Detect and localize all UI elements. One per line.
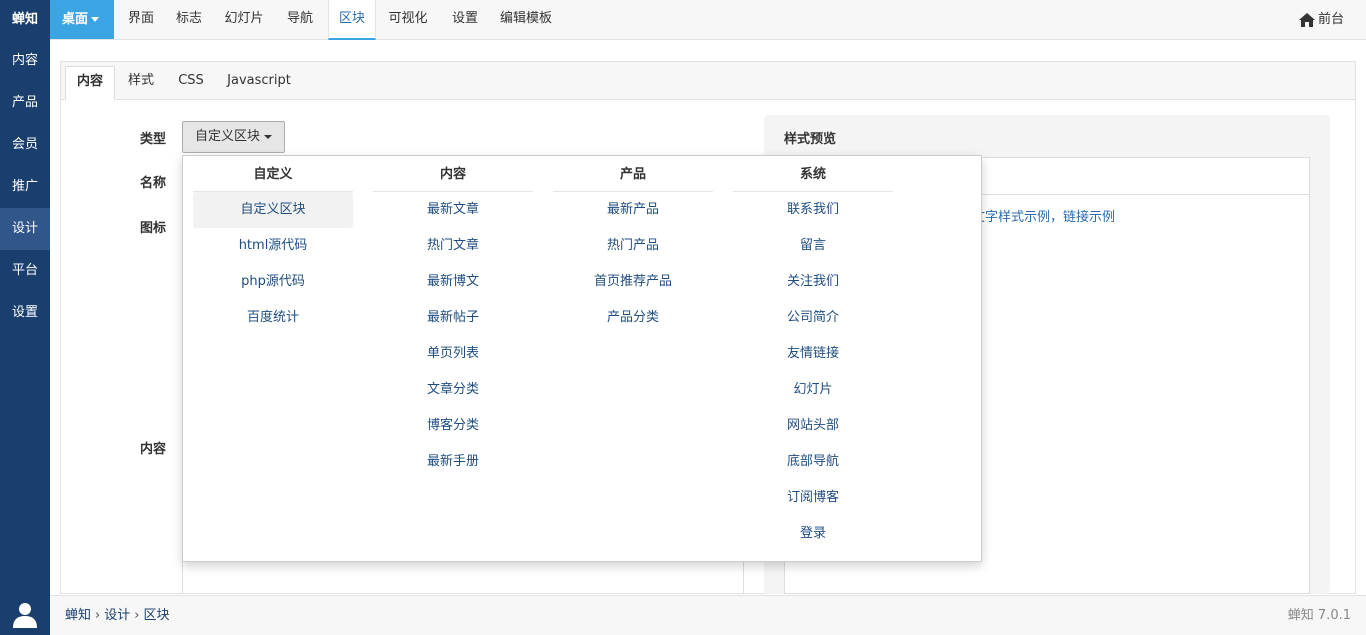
dropdown-column-header: 自定义 (193, 156, 353, 192)
sub-tab[interactable]: 样式 (116, 66, 166, 100)
preview-title: 样式预览 (784, 132, 837, 147)
sub-tab[interactable]: CSS (166, 66, 216, 100)
dropdown-column: 系统 联系我们 留言 关注我们 公司简介 友情链接 幻灯片 网站头部 底部导航 订阅博客 登录 (733, 156, 893, 552)
dropdown-menu-item[interactable]: 产品分类 (553, 300, 713, 336)
dropdown-menu-item[interactable]: 首页推荐产品 (553, 264, 713, 300)
dropdown-column-header: 产品 (553, 156, 713, 192)
footer: 蝉知 › 设计 › 区块 蝉知 7.0.1 (50, 595, 1366, 635)
dropdown-column-header: 内容 (373, 156, 533, 192)
name-label: 名称 (140, 176, 167, 191)
dropdown-menu-item[interactable]: 最新手册 (373, 444, 533, 480)
dropdown-menu-item[interactable]: php源代码 (193, 264, 353, 300)
dropdown-menu-item[interactable]: 最新产品 (553, 192, 713, 228)
user-icon (13, 603, 37, 628)
version-label: 蝉知 7.0.1 (1287, 608, 1351, 623)
dropdown-menu-item[interactable]: 底部导航 (733, 444, 893, 480)
dropdown-menu-item[interactable]: 幻灯片 (733, 372, 893, 408)
sidebar-item[interactable]: 会员 (0, 124, 50, 166)
sidebar-item[interactable]: 平台 (0, 250, 50, 292)
sidebar-item[interactable]: 产品 (0, 82, 50, 124)
breadcrumb-separator: › (134, 608, 140, 623)
dropdown-column: 产品 最新产品 热门产品 首页推荐产品 产品分类 (553, 156, 713, 336)
dropdown-menu-item[interactable]: 博客分类 (373, 408, 533, 444)
breadcrumb-link[interactable]: 区块 (143, 596, 169, 635)
brand-logo[interactable]: 蝉知 (0, 0, 50, 40)
dropdown-menu-item[interactable]: html源代码 (193, 228, 353, 264)
desktop-menu-button[interactable]: 桌面 (50, 0, 114, 39)
dropdown-column-header: 系统 (733, 156, 893, 192)
sub-tab[interactable]: Javascript (217, 66, 301, 100)
dropdown-menu-item[interactable]: 热门文章 (373, 228, 533, 264)
user-avatar[interactable] (0, 595, 50, 635)
sidebar-item[interactable]: 设计 (0, 208, 50, 250)
front-link[interactable]: 前台 (1298, 0, 1344, 40)
nav-link[interactable]: 幻灯片 (216, 0, 272, 40)
sidebar-item[interactable]: 内容 (0, 40, 50, 82)
dropdown-menu-item[interactable]: 公司简介 (733, 300, 893, 336)
type-value: 自定义区块 (195, 129, 261, 144)
nav-link[interactable]: 编辑模板 (492, 0, 560, 40)
sidebar-item[interactable]: 设置 (0, 292, 50, 334)
type-dropdown-menu: 自定义 自定义区块 html源代码 php源代码 百度统计 内容 最新文章 热门文章 最新博文最… (182, 155, 982, 562)
sidebar: 蝉知 内容 产品 会员 推广 设计 平台 设置 (0, 0, 50, 635)
dropdown-menu-item[interactable]: 文章分类 (373, 372, 533, 408)
dropdown-menu-item[interactable]: 百度统计 (193, 300, 353, 336)
caret-down-icon (264, 134, 273, 139)
dropdown-menu-item[interactable]: 登录 (733, 516, 893, 552)
caret-down-icon (91, 17, 100, 22)
home-icon (1298, 13, 1315, 27)
dropdown-menu-item[interactable]: 热门产品 (553, 228, 713, 264)
dropdown-menu-item[interactable]: 订阅博客 (733, 480, 893, 516)
dropdown-column: 自定义 自定义区块 html源代码 php源代码 百度统计 (193, 156, 353, 336)
sub-tab[interactable]: 内容 (65, 66, 115, 100)
dropdown-menu-item[interactable]: 单页列表 (373, 336, 533, 372)
nav-link[interactable]: 导航 (276, 0, 324, 40)
content-label: 内容 (140, 442, 167, 457)
dropdown-menu-item[interactable]: 最新帖子 (373, 300, 533, 336)
nav-link[interactable]: 区块 (328, 0, 376, 40)
nav-link[interactable]: 标志 (166, 0, 212, 40)
nav-link[interactable]: 界面 (120, 0, 162, 40)
type-select-button[interactable]: 自定义区块 (182, 121, 285, 153)
breadcrumb-link[interactable]: 蝉知 (65, 596, 91, 635)
dropdown-menu-item[interactable]: 最新文章 (373, 192, 533, 228)
nav-link[interactable]: 设置 (442, 0, 488, 40)
type-label: 类型 (140, 132, 167, 147)
dropdown-column: 内容 最新文章 热门文章 最新博文 最新帖子 单页列表 文章分类 博客分类 最新手册 (373, 156, 533, 480)
sub-tabs: 内容 样式 CSS Javascript (61, 62, 1355, 100)
sidebar-item[interactable]: 推广 (0, 166, 50, 208)
dropdown-menu-item[interactable]: 友情链接 (733, 336, 893, 372)
dropdown-menu-item[interactable]: 自定义区块 (193, 192, 353, 228)
breadcrumb-separator: › (95, 608, 101, 623)
icon-label: 图标 (140, 221, 167, 236)
dropdown-menu-item[interactable]: 网站头部 (733, 408, 893, 444)
nav-link[interactable]: 可视化 (378, 0, 438, 40)
dropdown-menu-item[interactable]: 留言 (733, 228, 893, 264)
desktop-label: 桌面 (62, 12, 89, 27)
front-label: 前台 (1317, 12, 1344, 27)
breadcrumb-link[interactable]: 设计 (104, 596, 130, 635)
dropdown-menu-item[interactable]: 最新博文 (373, 264, 533, 300)
preview-text: 块文字样式示例，链接示例 (959, 210, 1116, 225)
dropdown-menu-item[interactable]: 关注我们 (733, 264, 893, 300)
breadcrumb: 蝉知 › 设计 › 区块 (65, 596, 169, 635)
top-nav: 桌面 界面 标志 幻灯片 导航 区块 可视化 设置 编辑模板 前台 (50, 0, 1366, 40)
dropdown-menu-item[interactable]: 联系我们 (733, 192, 893, 228)
